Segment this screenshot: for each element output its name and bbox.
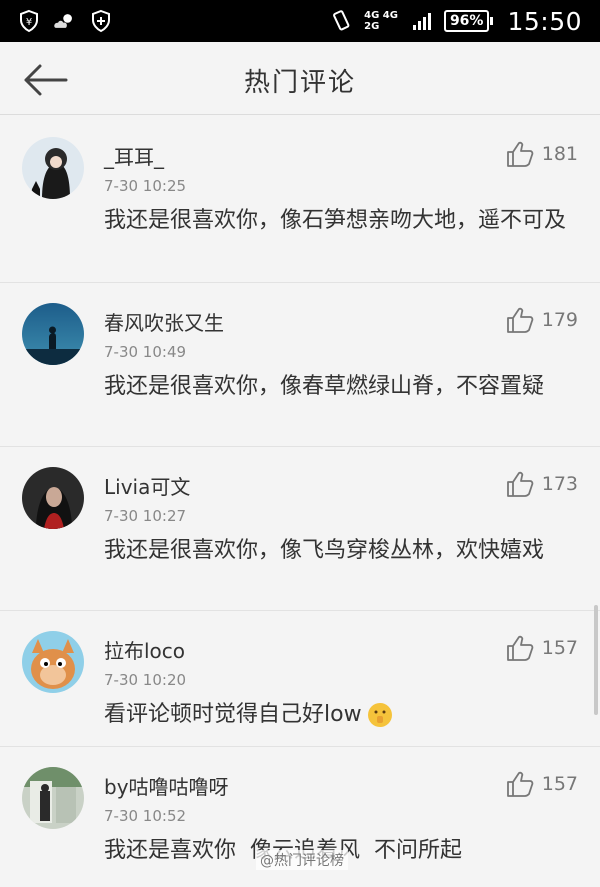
thumbs-up-icon: [506, 771, 534, 797]
like-count: 157: [541, 773, 578, 795]
comment-item: Livia可文 7-30 10:27 173 我还是很喜欢你，像飞鸟穿梭丛林，欢…: [0, 447, 600, 611]
comment-time: 7-30 10:20: [104, 671, 187, 689]
signal-bars-icon: [408, 8, 434, 34]
comment-time: 7-30 10:52: [104, 807, 187, 825]
page-title: 热门评论: [243, 68, 356, 98]
comment-list: _耳耳_ 7-30 10:25 181 我还是很喜欢你，像石笋想亲吻大地，遥不可…: [0, 115, 600, 887]
comment-text-row: 看评论顿时觉得自己好low: [104, 699, 584, 731]
status-icons-right: 4G 4G 2G 96% 15:50: [328, 7, 600, 36]
like-button[interactable]: 179: [506, 307, 578, 333]
comment-text: 我还是很喜欢你，像春草燃绿山脊，不容置疑: [104, 374, 545, 399]
like-count: 157: [541, 637, 578, 659]
comment-time: 7-30 10:27: [104, 507, 187, 525]
svg-text:¥: ¥: [26, 17, 32, 28]
like-button[interactable]: 173: [506, 471, 578, 497]
like-count: 173: [541, 473, 578, 495]
thumbs-up-icon: [506, 141, 534, 167]
thumbs-up-icon: [506, 471, 534, 497]
title-bar: 热门评论: [0, 42, 600, 115]
thumbs-up-icon: [506, 635, 534, 661]
like-count: 181: [541, 143, 578, 165]
status-icons-left: ¥: [0, 8, 114, 34]
comment-username[interactable]: 拉布loco: [104, 635, 185, 664]
status-bar: ¥ 4G 4G 2G 96% 15:50: [0, 0, 600, 42]
avatar[interactable]: [22, 467, 84, 529]
wallet-shield-icon: ¥: [16, 8, 42, 34]
thumbs-up-icon: [506, 307, 534, 333]
like-count: 179: [541, 309, 578, 331]
weather-icon: [52, 8, 78, 34]
comment-time: 7-30 10:25: [104, 177, 187, 195]
comment-username[interactable]: Livia可文: [104, 471, 190, 500]
vibrate-icon: [328, 8, 354, 34]
watermark: @热门评论榜: [256, 850, 348, 870]
comment-time: 7-30 10:49: [104, 343, 187, 361]
avatar[interactable]: [22, 303, 84, 365]
security-shield-icon: [88, 8, 114, 34]
comment-item: 春风吹张又生 7-30 10:49 179 我还是很喜欢你，像春草燃绿山脊，不容…: [0, 283, 600, 447]
avatar[interactable]: [22, 137, 84, 199]
comment-text: 看评论顿时觉得自己好low: [104, 702, 362, 727]
avatar[interactable]: [22, 631, 84, 693]
network-indicator: 4G 4G 2G: [364, 10, 398, 32]
like-button[interactable]: 181: [506, 141, 578, 167]
hush-emoji-icon: [367, 703, 392, 727]
like-button[interactable]: 157: [506, 635, 578, 661]
comment-text: 我还是很喜欢你，像飞鸟穿梭丛林，欢快嬉戏: [104, 538, 545, 563]
clock: 15:50: [507, 6, 582, 36]
comment-username[interactable]: 春风吹张又生: [104, 307, 224, 336]
avatar[interactable]: [22, 767, 84, 829]
comment-item: 拉布loco 7-30 10:20 157 看评论顿时觉得自己好low: [0, 611, 600, 747]
scrollbar[interactable]: [594, 605, 598, 715]
comment-item: _耳耳_ 7-30 10:25 181 我还是很喜欢你，像石笋想亲吻大地，遥不可…: [0, 115, 600, 283]
network-bottom-label: 2G: [364, 21, 380, 32]
comment-username[interactable]: _耳耳_: [104, 141, 164, 170]
comment-text: 我还是很喜欢你，像石笋想亲吻大地，遥不可及: [104, 208, 567, 233]
network-top-label: 4G 4G: [364, 10, 398, 21]
comment-username[interactable]: by咕噜咕噜呀: [104, 771, 229, 800]
like-button[interactable]: 157: [506, 771, 578, 797]
battery-indicator: 96%: [443, 10, 493, 32]
